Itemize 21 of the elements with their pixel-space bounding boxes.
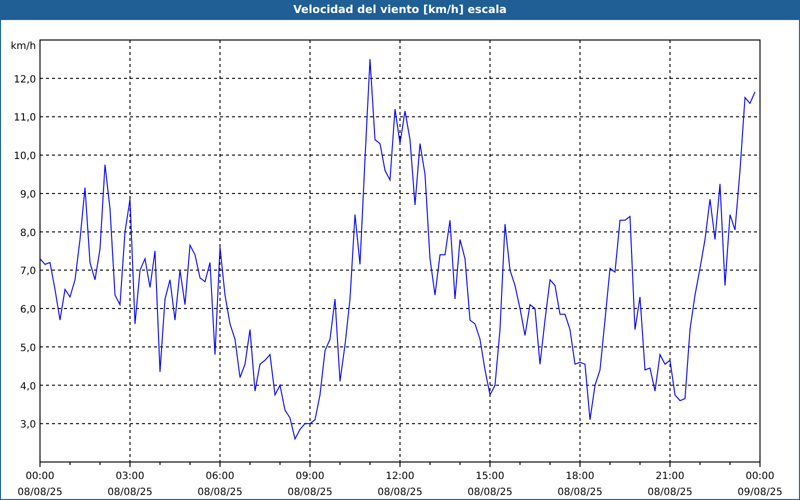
x-axis-label: 09:00 08/08/25 <box>288 471 332 498</box>
y-axis-unit: km/h <box>10 41 36 52</box>
y-axis-label: 5,0 <box>20 342 36 354</box>
y-axis-label: 10,0 <box>14 151 36 162</box>
x-axis-label: 15:00 08/08/25 <box>468 471 512 498</box>
window-title: Velocidad del viento [km/h] escala <box>1 0 799 20</box>
y-axis-label: 7,0 <box>20 266 36 278</box>
x-axis-label: 06:00 08/08/25 <box>198 471 242 498</box>
y-axis-label: 12,0 <box>14 74 36 86</box>
y-axis-label: 6,0 <box>20 304 36 316</box>
x-axis-label: 00:00 09/08/25 <box>738 471 782 498</box>
y-axis-label: 11,0 <box>14 112 36 124</box>
y-axis-label: 9,0 <box>20 189 36 200</box>
x-axis-label: 12:00 08/08/25 <box>378 471 422 498</box>
x-axis-label: 03:00 08/08/25 <box>108 471 152 498</box>
x-axis-label: 00:00 08/08/25 <box>18 471 62 498</box>
x-axis-label: 21:00 08/08/25 <box>648 471 692 498</box>
y-axis-label: 4,0 <box>20 381 36 392</box>
x-axis-label: 18:00 08/08/25 <box>558 471 602 498</box>
y-axis-label: 8,0 <box>20 228 36 239</box>
y-axis-label: 3,0 <box>20 420 36 431</box>
